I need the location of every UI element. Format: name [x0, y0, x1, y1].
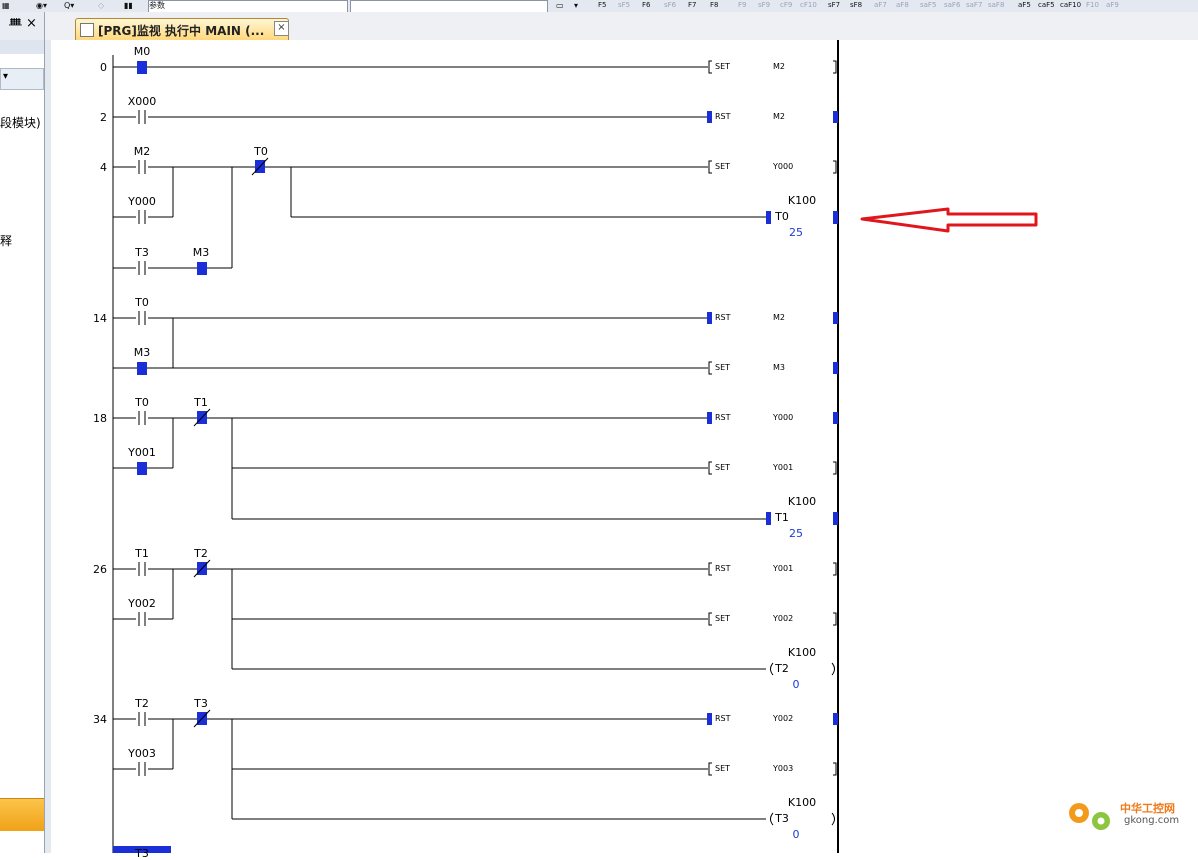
- instruction-op: RST: [715, 313, 731, 322]
- contact-x000: [136, 110, 148, 124]
- instruction-device: Y002: [773, 614, 794, 623]
- instruction-op: RST: [715, 413, 731, 422]
- contact-label: T0: [135, 396, 149, 409]
- contact-label: T0: [254, 145, 268, 158]
- instruction-op: RST: [715, 564, 731, 573]
- timer-preset: K100: [787, 194, 817, 207]
- contact-m3-active: [137, 362, 147, 375]
- step-number: 4: [100, 161, 107, 174]
- instruction-device: M3: [773, 363, 785, 372]
- instruction-device: Y003: [773, 764, 794, 773]
- timer-preset: K100: [787, 796, 817, 809]
- contact-label: T1: [135, 547, 149, 560]
- instruction-op: SET: [715, 363, 731, 372]
- watermark: 中华工控网 gkong.com: [1063, 795, 1193, 837]
- contact-label: T2: [194, 547, 208, 560]
- contact-label: Y003: [128, 747, 156, 760]
- contact-label: T3: [194, 697, 208, 710]
- step-number: 18: [93, 412, 107, 425]
- instruction-op: SET: [715, 614, 731, 623]
- contact-label: Y001: [128, 446, 156, 459]
- contact-label: M3: [192, 246, 210, 259]
- contact-m2: [136, 160, 148, 174]
- timer-current-value: 25: [789, 226, 803, 239]
- instruction-op: SET: [715, 162, 731, 171]
- contact-label: T3: [135, 246, 149, 259]
- contact-y002: [136, 612, 148, 626]
- contact-y000: [136, 210, 148, 224]
- timer-name: T3: [775, 812, 789, 825]
- contact-label: M0: [133, 45, 151, 58]
- contact-t1: [136, 562, 148, 576]
- contact-t0: [136, 311, 148, 325]
- instruction-op: RST: [715, 714, 731, 723]
- timer-current-value: 0: [792, 828, 800, 841]
- gear-logo-icon: [1069, 803, 1110, 830]
- watermark-url: gkong.com: [1124, 815, 1180, 826]
- contact-label: T0: [135, 296, 149, 309]
- contact-label: X000: [127, 95, 157, 108]
- instr-bracket-active: [707, 111, 712, 725]
- contact-label: Y000: [128, 195, 156, 208]
- step-number: 0: [100, 61, 107, 74]
- contact-label: T3: [135, 847, 149, 860]
- instruction-device: Y001: [773, 564, 794, 573]
- timer-preset: K100: [787, 646, 817, 659]
- timer-name: T0: [775, 210, 789, 223]
- contact-label: T1: [194, 396, 208, 409]
- instruction-device: M2: [773, 62, 785, 71]
- watermark-title: 中华工控网: [1120, 802, 1175, 815]
- contact-label: Y002: [128, 597, 156, 610]
- step-number: 34: [93, 713, 107, 726]
- instruction-op: SET: [715, 463, 731, 472]
- contact-m3-active: [197, 262, 207, 275]
- timer-current-value: 25: [789, 527, 803, 540]
- contact-m0-active: [137, 61, 147, 74]
- step-number: 14: [93, 312, 107, 325]
- contact-label: M3: [133, 346, 151, 359]
- annotation-arrow: [860, 207, 1038, 233]
- contact-t3: [136, 261, 148, 275]
- timer-name: T2: [775, 662, 789, 675]
- contact-label: T2: [135, 697, 149, 710]
- contact-y003: [136, 762, 148, 776]
- instruction-device: Y000: [773, 162, 794, 171]
- instruction-device: Y001: [773, 463, 794, 472]
- instruction-device: M2: [773, 313, 785, 322]
- contact-label: M2: [133, 145, 151, 158]
- step-number: 26: [93, 563, 107, 576]
- instruction-device: M2: [773, 112, 785, 121]
- instruction-op: RST: [715, 112, 731, 121]
- instruction-op: SET: [715, 764, 731, 773]
- contact-y001-active: [137, 462, 147, 475]
- contact-t0: [136, 411, 148, 425]
- instruction-device: Y002: [773, 714, 794, 723]
- timer-current-value: 0: [792, 678, 800, 691]
- timer-name: T1: [775, 511, 789, 524]
- ladder-diagram[interactable]: [0, 0, 1198, 853]
- step-number: 2: [100, 111, 107, 124]
- timer-preset: K100: [787, 495, 817, 508]
- contact-t2: [136, 712, 148, 726]
- instruction-device: Y000: [773, 413, 794, 422]
- instruction-op: SET: [715, 62, 731, 71]
